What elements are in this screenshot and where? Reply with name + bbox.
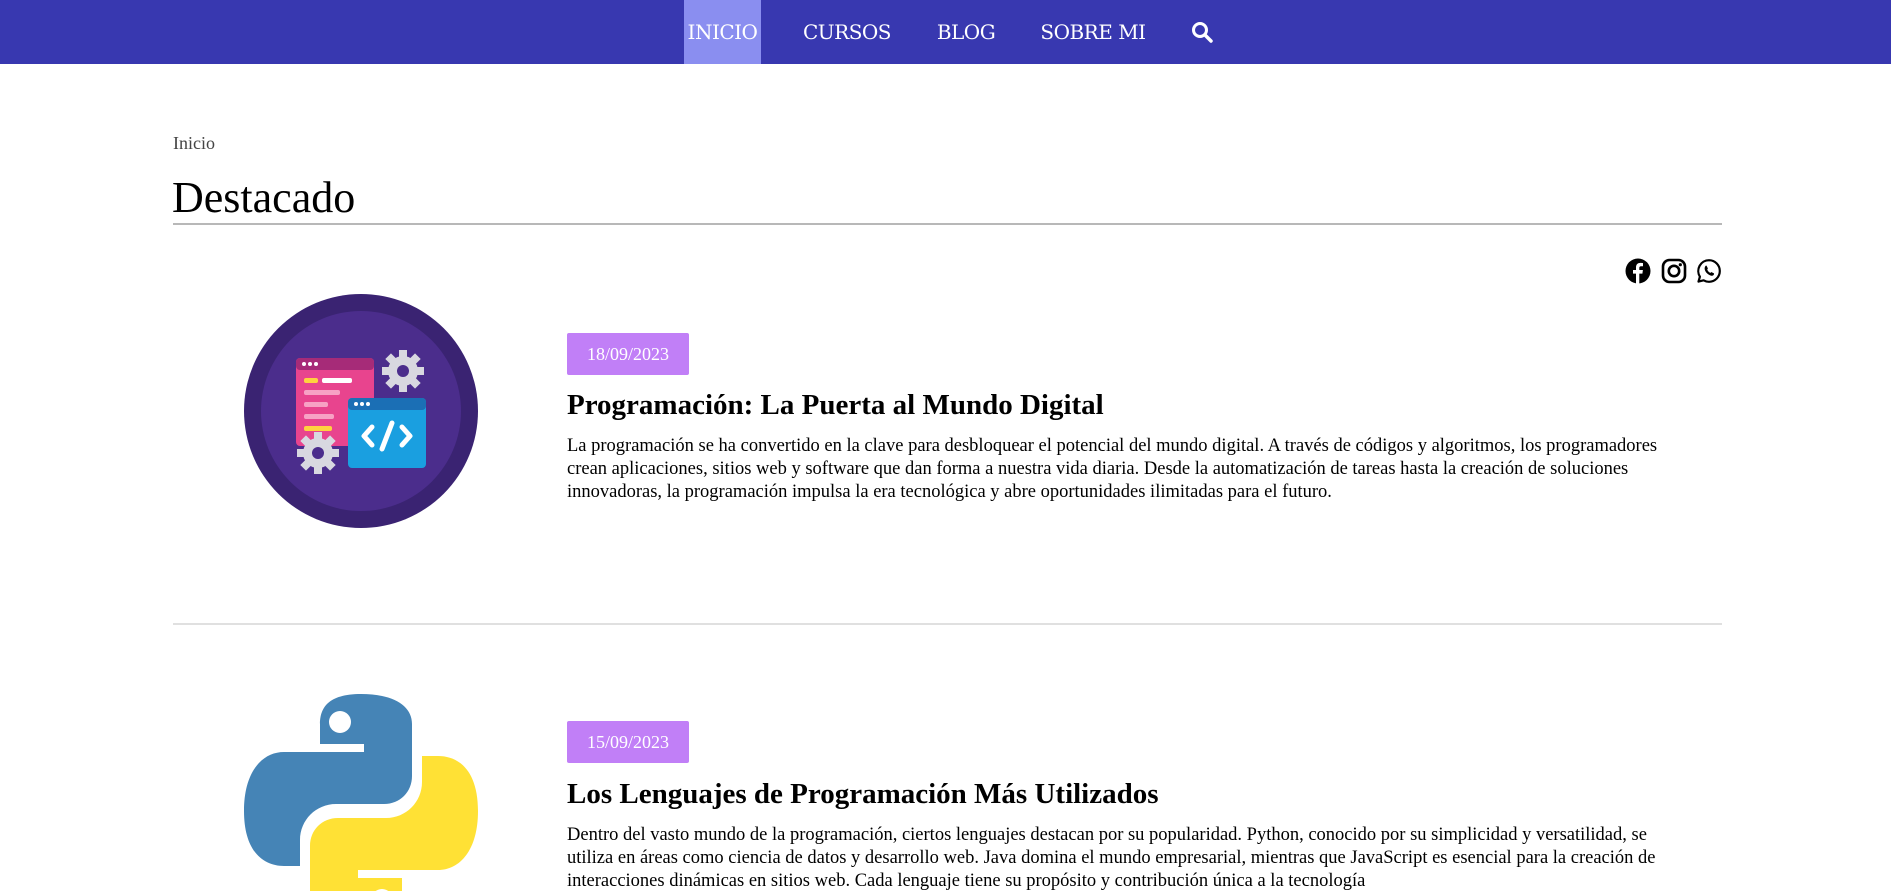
article-image-python[interactable] — [244, 694, 478, 891]
title-divider — [173, 223, 1722, 225]
nav-item-inicio[interactable]: INICIO — [684, 0, 761, 64]
article-title[interactable]: Programación: La Puerta al Mundo Digital — [567, 387, 1104, 423]
facebook-icon[interactable] — [1625, 258, 1651, 284]
python-logo-icon — [244, 694, 478, 891]
article-image-programming[interactable] — [244, 294, 478, 528]
article-excerpt: La programación se ha convertido en la c… — [567, 436, 1658, 502]
coding-window-icon — [244, 294, 478, 528]
top-navbar: INICIO CURSOS BLOG SOBRE MI — [0, 0, 1891, 64]
article-date-badge: 18/09/2023 — [567, 333, 689, 375]
instagram-icon[interactable] — [1661, 258, 1687, 284]
breadcrumb[interactable]: Inicio — [173, 133, 215, 154]
page-title: Destacado — [172, 173, 356, 222]
article-excerpt: Dentro del vasto mundo de la programació… — [567, 825, 1656, 891]
nav-item-sobre-mi[interactable]: SOBRE MI — [1036, 0, 1150, 64]
article-title[interactable]: Los Lenguajes de Programación Más Utiliz… — [567, 776, 1159, 812]
nav-item-cursos[interactable]: CURSOS — [797, 0, 897, 64]
article-date-badge: 15/09/2023 — [567, 721, 689, 763]
whatsapp-icon[interactable] — [1696, 258, 1722, 284]
search-icon[interactable] — [1190, 20, 1214, 44]
article-divider — [173, 623, 1722, 625]
nav-item-blog[interactable]: BLOG — [932, 0, 1000, 64]
